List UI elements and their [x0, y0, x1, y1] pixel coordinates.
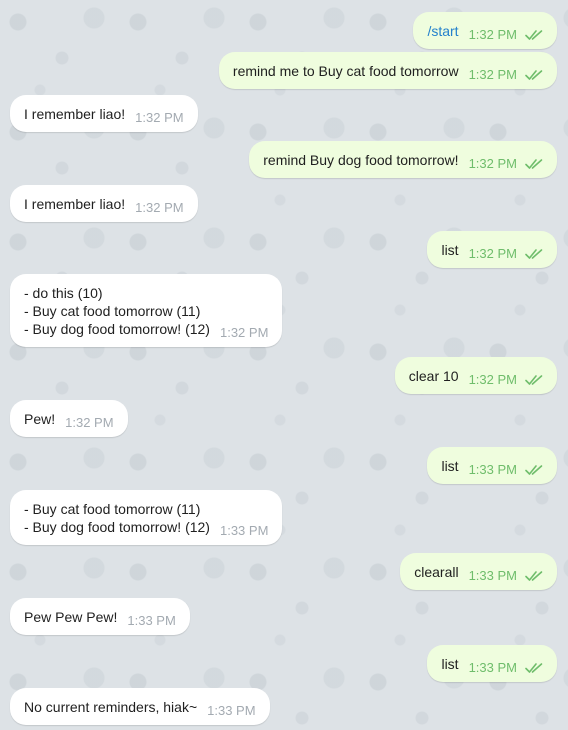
- message-text: - Buy cat food tomorrow (11) - Buy dog f…: [24, 501, 210, 535]
- message-time: 1:32 PM: [219, 325, 269, 340]
- double-check-icon: [525, 663, 543, 673]
- message-time: 1:33 PM: [127, 613, 176, 628]
- message-meta: 1:32 PM: [469, 245, 543, 263]
- incoming-message[interactable]: Pew! 1:32 PM: [10, 400, 128, 437]
- incoming-message[interactable]: No current reminders, hiak~ 1:33 PM: [10, 688, 270, 725]
- incoming-message[interactable]: - Buy cat food tomorrow (11) - Buy dog f…: [10, 490, 283, 545]
- bot-command-link[interactable]: /start: [427, 22, 458, 40]
- double-check-icon: [525, 159, 543, 169]
- message-text: I remember liao!: [24, 106, 126, 122]
- outgoing-message[interactable]: clearall 1:33 PM: [400, 553, 557, 590]
- message-text: - do this (10) - Buy cat food tomorrow (…: [24, 285, 210, 337]
- outgoing-message[interactable]: /start 1:32 PM: [413, 12, 557, 49]
- message-time: 1:32 PM: [468, 372, 517, 387]
- double-check-icon: [525, 465, 543, 475]
- message-time: 1:32 PM: [468, 246, 517, 261]
- incoming-message[interactable]: - do this (10) - Buy cat food tomorrow (…: [10, 274, 283, 347]
- message-meta: 1:33 PM: [127, 612, 175, 630]
- message-text: Pew Pew Pew!: [24, 609, 118, 625]
- message-time: 1:33 PM: [207, 703, 256, 718]
- message-text: list: [441, 458, 459, 474]
- message-time: 1:32 PM: [135, 200, 184, 215]
- outgoing-message[interactable]: list 1:33 PM: [427, 447, 557, 484]
- outgoing-message[interactable]: remind me to Buy cat food tomorrow 1:32 P…: [218, 52, 557, 89]
- message-meta: 1:32 PM: [469, 155, 543, 173]
- message-time: 1:33 PM: [468, 660, 517, 675]
- incoming-message[interactable]: Pew Pew Pew! 1:33 PM: [10, 598, 190, 635]
- outgoing-message[interactable]: list 1:33 PM: [427, 645, 557, 682]
- message-meta: 1:32 PM: [220, 324, 268, 342]
- message-time: 1:32 PM: [468, 156, 517, 171]
- message-meta: 1:32 PM: [65, 414, 113, 432]
- message-time: 1:33 PM: [219, 523, 269, 538]
- message-meta: 1:33 PM: [469, 659, 543, 677]
- message-text: list: [441, 242, 459, 258]
- incoming-message[interactable]: I remember liao! 1:32 PM: [10, 95, 198, 132]
- message-time: 1:32 PM: [468, 67, 517, 82]
- message-meta: 1:32 PM: [135, 109, 183, 127]
- outgoing-message[interactable]: remind Buy dog food tomorrow! 1:32 PM: [249, 141, 557, 178]
- double-check-icon: [525, 249, 543, 259]
- message-meta: 1:33 PM: [207, 702, 255, 720]
- message-meta: 1:32 PM: [469, 66, 543, 84]
- message-time: 1:32 PM: [65, 415, 114, 430]
- message-meta: 1:33 PM: [469, 461, 543, 479]
- message-meta: 1:33 PM: [469, 567, 543, 585]
- message-meta: 1:32 PM: [469, 371, 543, 389]
- message-meta: 1:32 PM: [469, 26, 543, 44]
- message-text: remind Buy dog food tomorrow!: [263, 152, 459, 168]
- chat-message-list[interactable]: /start 1:32 PM remind me to Buy cat food t…: [0, 0, 568, 730]
- outgoing-message[interactable]: clear 10 1:32 PM: [394, 357, 557, 394]
- double-check-icon: [525, 70, 543, 80]
- outgoing-message[interactable]: list 1:32 PM: [427, 231, 557, 268]
- message-time: 1:32 PM: [135, 110, 184, 125]
- message-text: list: [441, 656, 459, 672]
- incoming-message[interactable]: I remember liao! 1:32 PM: [10, 185, 198, 222]
- message-text: clearall: [414, 564, 459, 580]
- double-check-icon: [525, 571, 543, 581]
- message-time: 1:32 PM: [468, 27, 517, 42]
- message-text: remind me to Buy cat food tomorrow: [232, 63, 459, 79]
- message-text: I remember liao!: [24, 196, 126, 212]
- double-check-icon: [525, 30, 543, 40]
- message-meta: 1:32 PM: [135, 199, 183, 217]
- message-text: Pew!: [24, 411, 56, 427]
- message-meta: 1:33 PM: [220, 522, 268, 540]
- message-text: No current reminders, hiak~: [24, 699, 198, 715]
- message-time: 1:33 PM: [468, 462, 517, 477]
- double-check-icon: [525, 375, 543, 385]
- message-text: clear 10: [408, 368, 459, 384]
- message-time: 1:33 PM: [468, 568, 517, 583]
